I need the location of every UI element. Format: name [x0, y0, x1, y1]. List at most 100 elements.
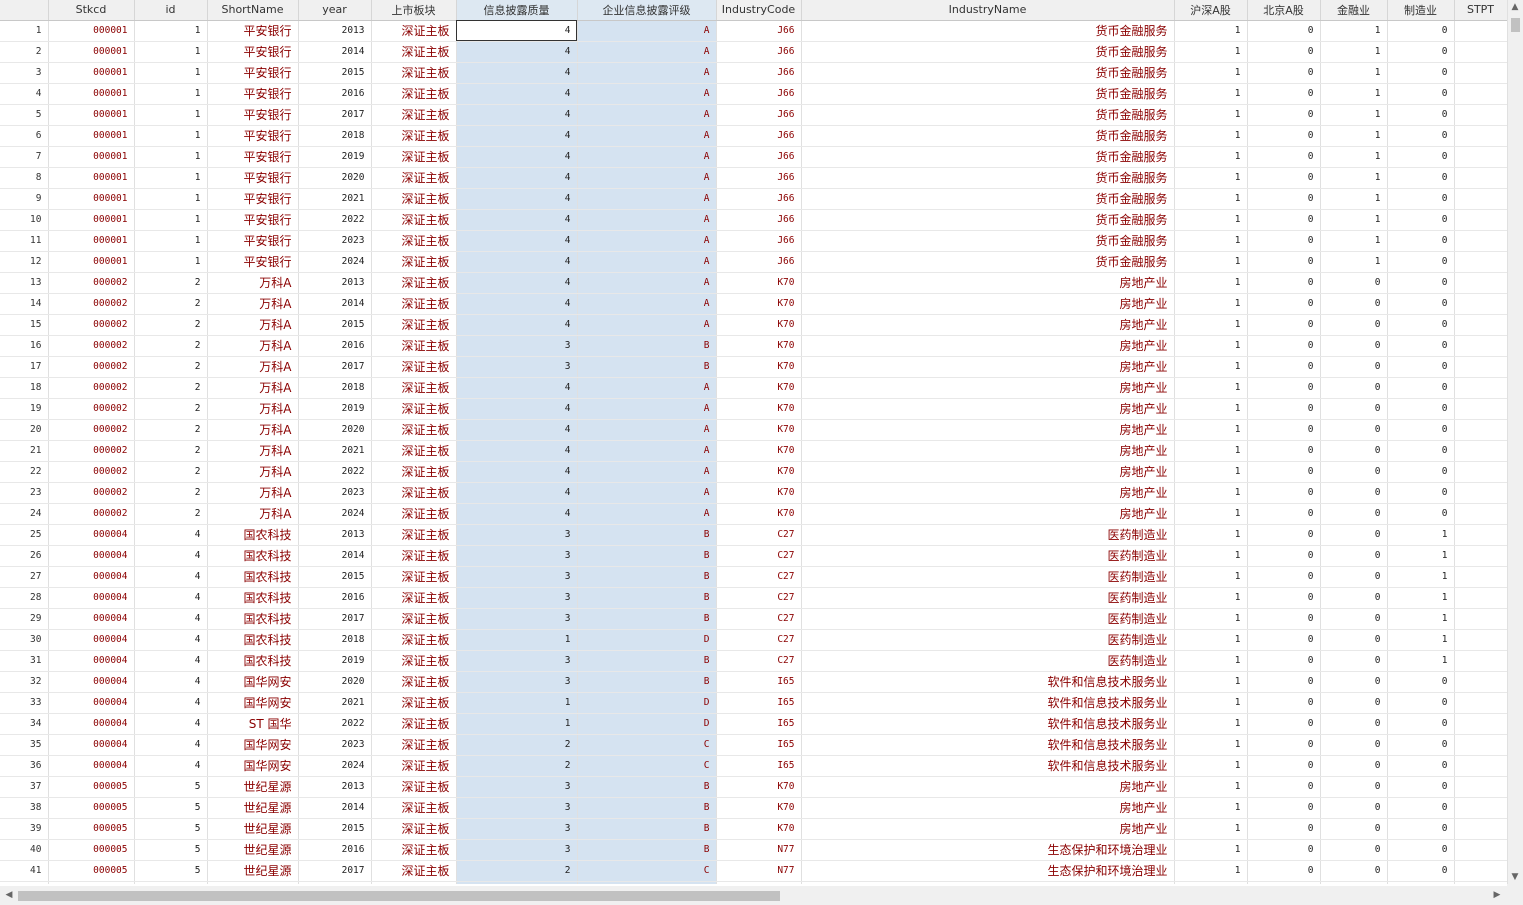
cell-finance[interactable]: 0: [1320, 776, 1388, 798]
table-row[interactable]: 13 000002 2 万科A 2013 深证主板 4 A K70 房地产业 1 0 0 0: [0, 272, 1507, 294]
cell-STPT[interactable]: [1454, 41, 1507, 63]
cell-rating[interactable]: B: [577, 524, 717, 546]
cell-finance[interactable]: 0: [1320, 650, 1388, 672]
table-row[interactable]: 27 000004 4 国农科技 2015 深证主板 3 B C27 医药制造业 1 0 0 1: [0, 566, 1507, 588]
cell-IndustryName[interactable]: 货币金融服务: [801, 41, 1175, 63]
cell-ShortName[interactable]: 万科A: [207, 503, 299, 525]
cell-IndustryCode[interactable]: K70: [716, 335, 802, 357]
cell-quality[interactable]: 3: [456, 335, 578, 357]
cell-board[interactable]: 深证主板: [371, 650, 457, 672]
cell-rating[interactable]: D: [577, 713, 717, 735]
table-row[interactable]: 世纪星源 深证主板 生态保护和环境治理业: [0, 881, 1507, 884]
table-row[interactable]: 18 000002 2 万科A 2018 深证主板 4 A K70 房地产业 1 0 0 0: [0, 377, 1507, 399]
cell-Stkcd[interactable]: 000005: [48, 839, 135, 861]
cell-id[interactable]: 2: [134, 482, 208, 504]
cell-ShortName[interactable]: 国华网安: [207, 734, 299, 756]
table-row[interactable]: 22 000002 2 万科A 2022 深证主板 4 A K70 房地产业 1 0 0 0: [0, 461, 1507, 483]
cell-STPT[interactable]: [1454, 755, 1507, 777]
cell-finance[interactable]: 0: [1320, 818, 1388, 840]
cell-beijing[interactable]: 0: [1247, 860, 1321, 882]
table-row[interactable]: 34 000004 4 ST 国华 2022 深证主板 1 D I65 软件和信息技术服务业 1 0 0…: [0, 713, 1507, 735]
cell-IndustryName[interactable]: 生态保护和环境治理业: [801, 839, 1175, 861]
cell-hushen[interactable]: 1: [1174, 104, 1248, 126]
cell-STPT[interactable]: [1454, 524, 1507, 546]
cell-IndustryCode[interactable]: J66: [716, 167, 802, 189]
cell-quality[interactable]: 4: [456, 146, 578, 168]
cell-IndustryName[interactable]: 货币金融服务: [801, 251, 1175, 273]
cell-ShortName[interactable]: 国农科技: [207, 608, 299, 630]
cell-rating[interactable]: A: [577, 419, 717, 441]
cell-Stkcd[interactable]: [48, 881, 135, 884]
cell-beijing[interactable]: 0: [1247, 587, 1321, 609]
cell-ShortName[interactable]: 世纪星源: [207, 818, 299, 840]
cell-year[interactable]: 2014: [298, 293, 372, 315]
cell-ShortName[interactable]: 世纪星源: [207, 881, 299, 884]
cell-IndustryCode[interactable]: J66: [716, 251, 802, 273]
cell-quality[interactable]: 4: [456, 461, 578, 483]
table-row[interactable]: 15 000002 2 万科A 2015 深证主板 4 A K70 房地产业 1 0 0 0: [0, 314, 1507, 336]
cell-finance[interactable]: 0: [1320, 692, 1388, 714]
cell-STPT[interactable]: [1454, 83, 1507, 105]
cell-ShortName[interactable]: 平安银行: [207, 251, 299, 273]
cell-ShortName[interactable]: 万科A: [207, 440, 299, 462]
cell-quality[interactable]: 3: [456, 671, 578, 693]
cell-quality[interactable]: 4: [456, 62, 578, 84]
cell-year[interactable]: 2015: [298, 314, 372, 336]
cell-manufacturing[interactable]: 0: [1387, 503, 1455, 525]
cell-rating[interactable]: A: [577, 125, 717, 147]
cell-ShortName[interactable]: 平安银行: [207, 62, 299, 84]
cell-finance[interactable]: 0: [1320, 671, 1388, 693]
cell-finance[interactable]: 1: [1320, 125, 1388, 147]
table-row[interactable]: 36 000004 4 国华网安 2024 深证主板 2 C I65 软件和信息技术服务业 1 0 0 0: [0, 755, 1507, 777]
cell-STPT[interactable]: [1454, 713, 1507, 735]
cell-STPT[interactable]: [1454, 734, 1507, 756]
cell-rating[interactable]: A: [577, 167, 717, 189]
cell-board[interactable]: 深证主板: [371, 440, 457, 462]
cell-board[interactable]: 深证主板: [371, 167, 457, 189]
cell-IndustryName[interactable]: 房地产业: [801, 440, 1175, 462]
cell-Stkcd[interactable]: 000004: [48, 566, 135, 588]
cell-manufacturing[interactable]: 1: [1387, 545, 1455, 567]
cell-beijing[interactable]: 0: [1247, 608, 1321, 630]
cell-year[interactable]: [298, 881, 372, 884]
cell-Stkcd[interactable]: 000002: [48, 503, 135, 525]
cell-IndustryCode[interactable]: K70: [716, 818, 802, 840]
cell-rating[interactable]: A: [577, 314, 717, 336]
cell-rating[interactable]: B: [577, 545, 717, 567]
cell-finance[interactable]: 1: [1320, 104, 1388, 126]
cell-ShortName[interactable]: 万科A: [207, 482, 299, 504]
cell-year[interactable]: 2022: [298, 461, 372, 483]
cell-id[interactable]: 1: [134, 41, 208, 63]
cell-year[interactable]: 2021: [298, 188, 372, 210]
cell-ShortName[interactable]: 世纪星源: [207, 776, 299, 798]
cell-year[interactable]: 2017: [298, 860, 372, 882]
cell-quality[interactable]: 4: [456, 41, 578, 63]
cell-id[interactable]: 2: [134, 272, 208, 294]
cell-ShortName[interactable]: 国华网安: [207, 755, 299, 777]
cell-IndustryName[interactable]: 货币金融服务: [801, 62, 1175, 84]
cell-finance[interactable]: 0: [1320, 860, 1388, 882]
cell-STPT[interactable]: [1454, 839, 1507, 861]
cell-ShortName[interactable]: 国农科技: [207, 545, 299, 567]
cell-rating[interactable]: D: [577, 629, 717, 651]
cell-STPT[interactable]: [1454, 692, 1507, 714]
cell-finance[interactable]: 0: [1320, 587, 1388, 609]
cell-manufacturing[interactable]: 1: [1387, 629, 1455, 651]
cell-quality[interactable]: 4: [456, 20, 578, 42]
cell-Stkcd[interactable]: 000005: [48, 797, 135, 819]
cell-hushen[interactable]: 1: [1174, 650, 1248, 672]
cell-rating[interactable]: A: [577, 461, 717, 483]
cell-hushen[interactable]: 1: [1174, 41, 1248, 63]
cell-hushen[interactable]: 1: [1174, 776, 1248, 798]
cell-manufacturing[interactable]: 0: [1387, 692, 1455, 714]
cell-id[interactable]: 4: [134, 755, 208, 777]
column-header-STPT[interactable]: STPT: [1454, 0, 1507, 21]
table-row[interactable]: 33 000004 4 国华网安 2021 深证主板 1 D I65 软件和信息技术服务业 1 0 0 0: [0, 692, 1507, 714]
table-row[interactable]: 25 000004 4 国农科技 2013 深证主板 3 B C27 医药制造业 1 0 0 1: [0, 524, 1507, 546]
cell-STPT[interactable]: [1454, 818, 1507, 840]
cell-finance[interactable]: 1: [1320, 146, 1388, 168]
cell-year[interactable]: 2023: [298, 734, 372, 756]
cell-manufacturing[interactable]: 0: [1387, 356, 1455, 378]
cell-manufacturing[interactable]: 0: [1387, 146, 1455, 168]
cell-IndustryName[interactable]: 货币金融服务: [801, 83, 1175, 105]
